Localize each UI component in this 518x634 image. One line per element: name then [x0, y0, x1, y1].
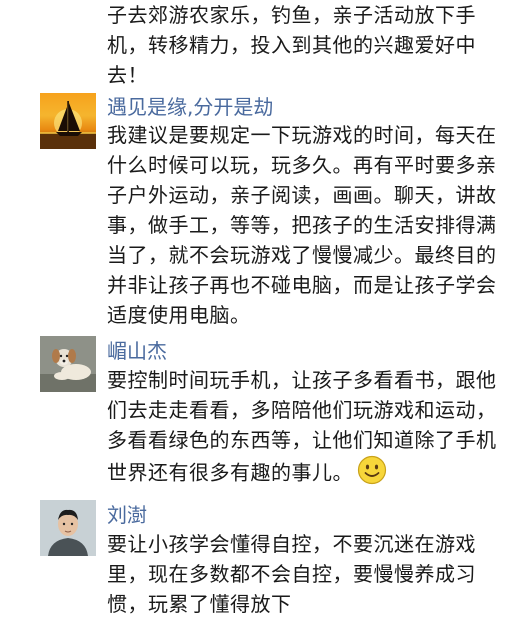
smiley-face-icon	[357, 455, 387, 493]
comment-body: 我建议是要规定一下玩游戏的时间，每天在什么时候可以玩，玩多久。再有平时要多亲子户…	[107, 123, 497, 327]
dog-icon	[40, 336, 96, 392]
comment-body: 要控制时间玩手机，让孩子多看看书，跟他们去走走看看，多陪陪他们玩游戏和运动，多看…	[107, 365, 507, 493]
sunset-sailboat-avatar[interactable]	[40, 93, 96, 149]
comment-username[interactable]: 嵋山杰	[107, 338, 167, 364]
comment-username[interactable]: 遇见是缘,分开是劫	[107, 94, 273, 120]
comment-body: 要让小孩学会懂得自控，不要沉迷在游戏里，现在多数都不会自控，要慢慢养成习惯，玩累…	[107, 532, 476, 616]
dog-avatar[interactable]	[40, 336, 96, 392]
comment-thread: 子去郊游农家乐，钓鱼，亲子活动放下手机，转移精力，投入到其他的兴趣爱好中去！ 遇…	[0, 0, 518, 634]
comment-username[interactable]: 刘澍	[107, 502, 147, 528]
comment-body-text: 要控制时间玩手机，让孩子多看看书，跟他们去走走看看，多陪陪他们玩游戏和运动，多看…	[107, 368, 497, 485]
person-avatar[interactable]	[40, 500, 96, 556]
previous-comment-text: 子去郊游农家乐，钓鱼，亲子活动放下手机，转移精力，投入到其他的兴趣爱好中去！	[107, 3, 476, 87]
person-icon	[40, 500, 96, 556]
sailboat-icon	[40, 101, 96, 149]
